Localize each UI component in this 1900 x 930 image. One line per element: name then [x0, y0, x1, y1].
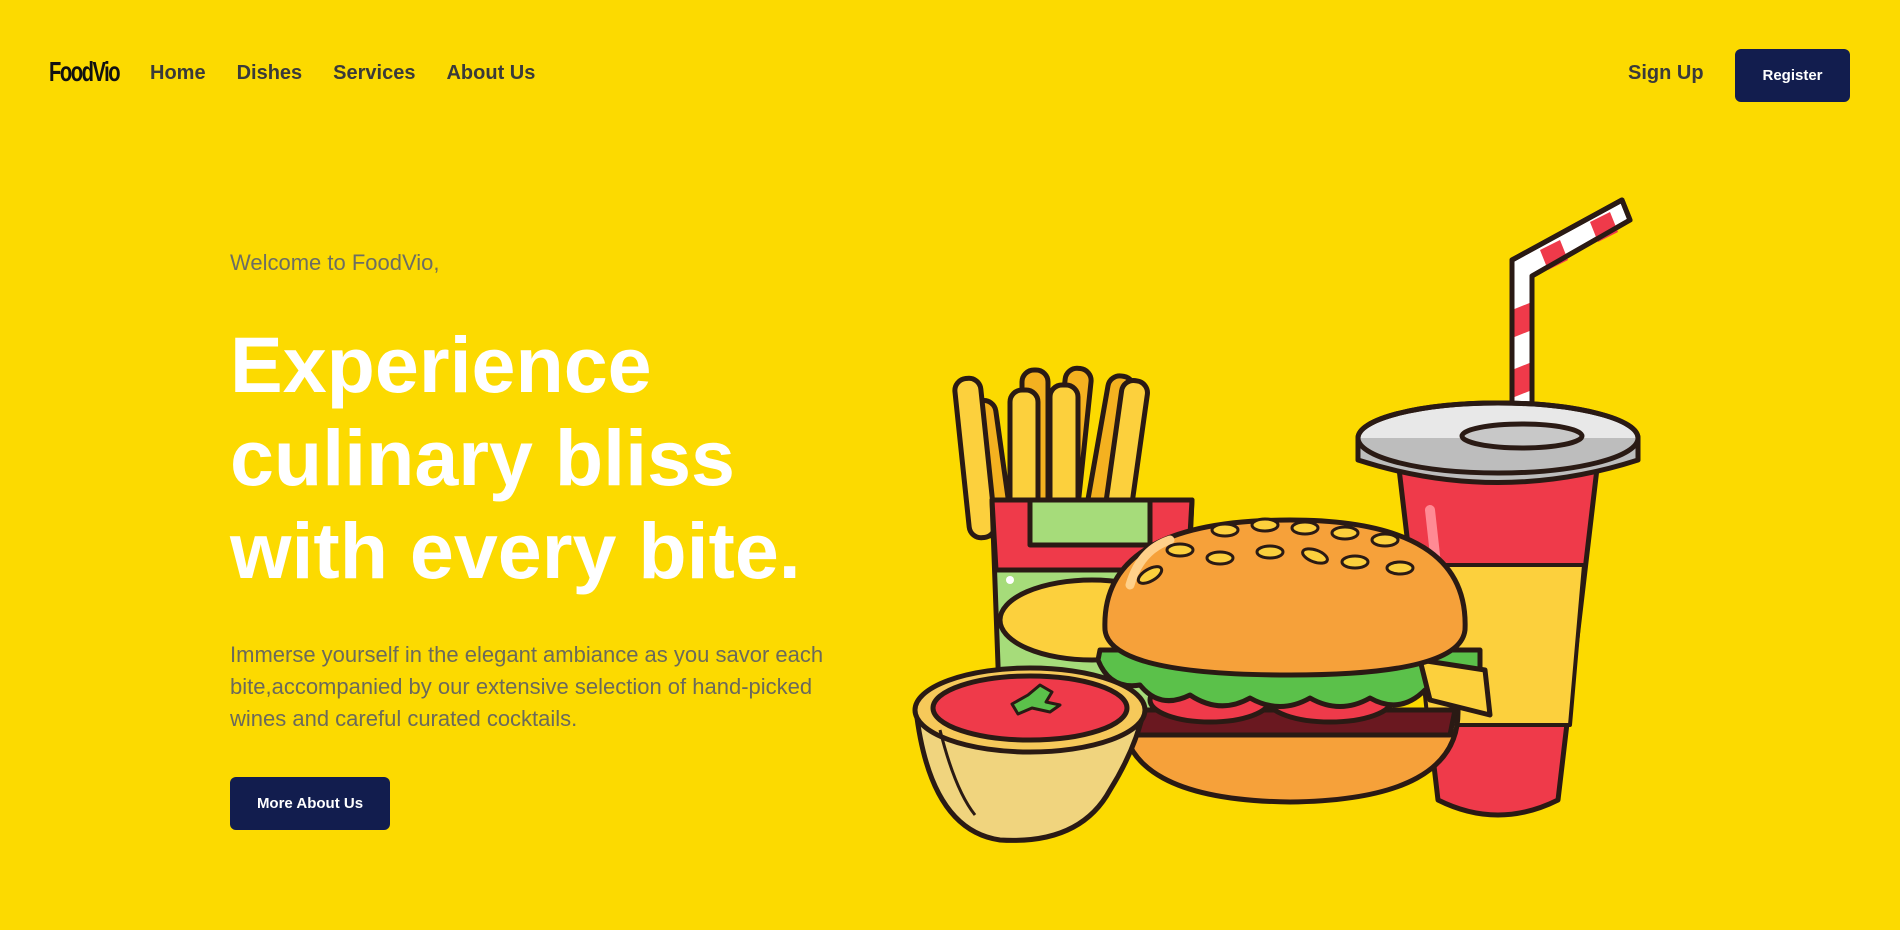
ketchup-bowl-icon [912, 665, 1148, 843]
sign-up-link[interactable]: Sign Up [1628, 62, 1704, 85]
nav-links: Home Dishes Services About Us [150, 62, 535, 85]
nav-link-dishes[interactable]: Dishes [237, 62, 303, 85]
nav-link-about-us[interactable]: About Us [446, 62, 535, 85]
hero-section: Welcome to FoodVio, Experience culinary … [230, 250, 870, 830]
brand-logo[interactable]: FoodVio [49, 56, 121, 88]
more-about-us-button[interactable]: More About Us [230, 777, 390, 830]
hero-headline: Experience culinary bliss with every bit… [230, 320, 801, 595]
top-navigation: FoodVio Home Dishes Services About Us Si… [0, 0, 1900, 150]
nav-link-services[interactable]: Services [333, 62, 415, 85]
register-button[interactable]: Register [1735, 49, 1850, 102]
hero-description: Immerse yourself in the elegant ambiance… [230, 642, 824, 731]
food-illustration [912, 197, 1641, 843]
welcome-text: Welcome to FoodVio, [230, 250, 440, 275]
nav-link-home[interactable]: Home [150, 62, 206, 85]
burger-icon [1095, 517, 1493, 805]
